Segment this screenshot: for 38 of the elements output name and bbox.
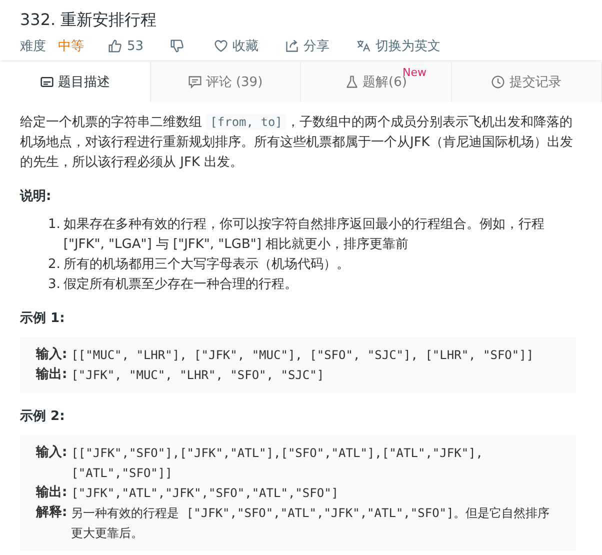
translate-icon	[356, 39, 371, 53]
thumbs-up-icon	[108, 39, 122, 53]
difficulty-label: 难度	[20, 38, 46, 55]
code-value: 另一种有效的行程是 ["JFK","SFO","ATL","JFK","ATL","SFO"]。但是它自然排序更大更靠后。	[71, 505, 551, 542]
note-text: 假定所有机票至少存在一种合理的行程。	[63, 276, 298, 294]
share-button[interactable]: 分享	[284, 37, 330, 55]
dislike-button[interactable]	[170, 39, 184, 53]
problem-description: 给定一个机票的字符串二维数组 [from, to] ，子数组中的两个成员分别表示飞机出发和降落的机场地点，对该行程进行重新规划排序。所有这些机票都属于一个从JFK（肯尼迪国际机场）出发的先生，所以该行程必须从 JFK 出发。	[20, 113, 574, 172]
note-text: 所有的机场都用三个大写字母表示（机场代码）。	[63, 256, 350, 274]
list-number: 2.	[48, 256, 60, 274]
list-number: 1.	[48, 216, 60, 234]
comment-icon	[188, 75, 202, 89]
code-label: 输入:	[36, 346, 68, 364]
problem-title: 332. 重新安排行程	[20, 9, 158, 31]
code-label: 输入:	[36, 444, 68, 462]
difficulty-level: 中等	[58, 38, 84, 55]
code-value: [["JFK","SFO"],["JFK","ATL"],["SFO","ATL"],["ATL","JFK"], ["ATL","SFO"]]	[71, 445, 484, 482]
code-label: 输出:	[36, 484, 68, 502]
section-heading: 说明:	[20, 188, 52, 206]
card-icon	[40, 75, 54, 89]
code-label: 输出:	[36, 366, 68, 384]
heart-icon	[214, 39, 228, 53]
code-value: ["JFK", "MUC", "LHR", "SFO", "SJC"]	[71, 367, 324, 384]
note-text: 如果存在多种有效的行程，你可以按字符自然排序返回最小的行程组合。例如，行程 ["JFK", "LGA"] 与 ["JFK", "LGB"] 相比就更小，排序更靠前	[63, 216, 546, 254]
list-number: 3.	[48, 276, 60, 294]
favorite-button[interactable]: 收藏	[214, 37, 259, 55]
code-value: ["JFK","ATL","JFK","SFO","ATL","SFO"]	[71, 485, 339, 502]
code-label: 解释:	[36, 504, 68, 522]
example-heading: 示例 1:	[20, 310, 66, 328]
tab[interactable]: 题目描述	[0, 62, 150, 102]
like-button[interactable]: 53	[108, 38, 144, 54]
switch-language-button[interactable]: 切换为英文	[356, 37, 441, 55]
flask-icon	[344, 75, 359, 89]
thumbs-down-icon	[170, 39, 184, 53]
example-heading: 示例 2:	[20, 408, 66, 426]
clock-icon	[491, 75, 506, 89]
code-value: [["MUC", "LHR"], ["JFK", "MUC"], ["SFO", "SJC"], ["LHR", "SFO"]]	[71, 347, 534, 364]
share-icon	[284, 39, 299, 53]
